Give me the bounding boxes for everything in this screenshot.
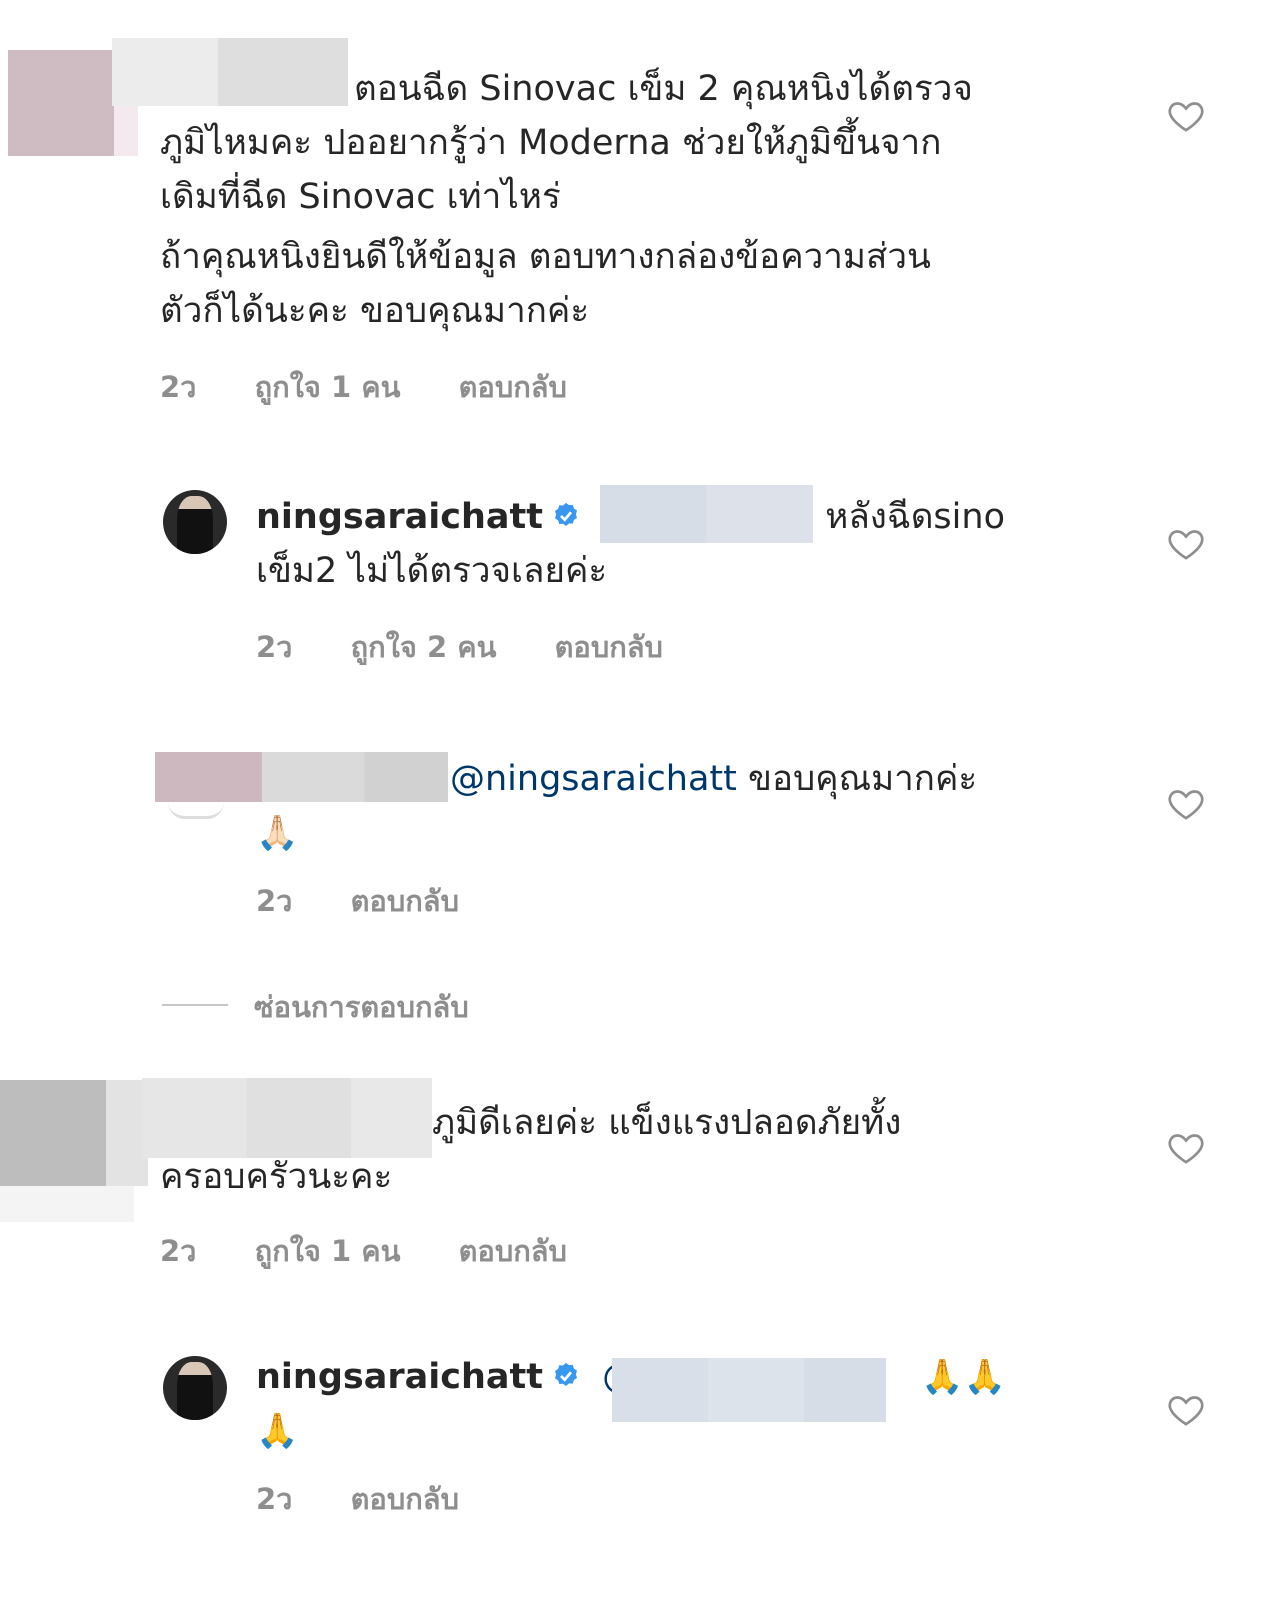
comment-meta: 2ว ตอบกลับ bbox=[256, 878, 507, 924]
pray-emoji: 🙏🏻 bbox=[256, 813, 299, 853]
hide-replies-button[interactable]: ซ่อนการตอบกลับ bbox=[254, 984, 469, 1030]
comment-text: @ningsaraichatt ขอบคุณมากค่ะ 🙏🏻 bbox=[256, 752, 1056, 860]
reply-button[interactable]: ตอบกลับ bbox=[459, 1234, 567, 1268]
comment-line: เดิมที่ฉีด Sinovac เท่าไหร่ bbox=[160, 177, 561, 217]
blurred-avatar-edge bbox=[114, 105, 138, 156]
comment-line: หลังฉีดsino bbox=[825, 497, 1005, 537]
verified-badge-icon bbox=[554, 1362, 577, 1386]
username[interactable]: ningsaraichatt bbox=[256, 1357, 543, 1397]
comment-line: ภูมิไหมคะ ปออยากรู้ว่า Moderna ช่วยให้ภู… bbox=[160, 123, 942, 163]
blurred-avatar bbox=[0, 1080, 106, 1186]
reply-button[interactable]: ตอบกลับ bbox=[555, 630, 663, 664]
comment-meta: 2ว ถูกใจ 2 คน ตอบกลับ bbox=[256, 624, 711, 670]
comment-time: 2ว bbox=[160, 1234, 197, 1268]
pray-emoji: 🙏🙏 bbox=[921, 1357, 1007, 1397]
hide-replies-divider bbox=[162, 1004, 228, 1006]
likes-count[interactable]: ถูกใจ 1 คน bbox=[255, 370, 401, 404]
avatar[interactable] bbox=[163, 490, 227, 554]
heart-outline-icon[interactable] bbox=[1166, 1390, 1206, 1430]
heart-outline-icon[interactable] bbox=[1166, 1128, 1206, 1168]
comment-line: ภูมิดีเลยค่ะ แข็งแรงปลอดภัยทั้ง bbox=[432, 1103, 902, 1143]
avatar-fragment bbox=[168, 802, 224, 819]
blurred-mention bbox=[612, 1358, 886, 1422]
comment-meta: 2ว ถูกใจ 1 คน ตอบกลับ bbox=[160, 364, 615, 410]
comment-time: 2ว bbox=[160, 370, 197, 404]
comment-time: 2ว bbox=[256, 1482, 293, 1516]
blurred-avatar bbox=[155, 752, 263, 802]
blurred-avatar bbox=[8, 50, 114, 156]
reply-button[interactable]: ตอบกลับ bbox=[459, 370, 567, 404]
reply-button[interactable]: ตอบกลับ bbox=[351, 1482, 459, 1516]
comment-line: เข็ม2 ไม่ได้ตรวจเลยค่ะ bbox=[256, 551, 608, 591]
comment-line: ตอนฉีด Sinovac เข็ม 2 คุณหนิงได้ตรวจ bbox=[354, 69, 973, 109]
avatar[interactable] bbox=[163, 1356, 227, 1420]
comment-time: 2ว bbox=[256, 630, 293, 664]
likes-count[interactable]: ถูกใจ 1 คน bbox=[255, 1234, 401, 1268]
reply-button[interactable]: ตอบกลับ bbox=[351, 884, 459, 918]
comment-text: ภูมิดีเลยค่ะ แข็งแรงปลอดภัยทั้ง ครอบครัว… bbox=[160, 1096, 1060, 1204]
heart-outline-icon[interactable] bbox=[1166, 784, 1206, 824]
blurred-mention bbox=[600, 485, 813, 543]
comment-line: ถ้าคุณหนิงยินดีให้ข้อมูล ตอบทางกล่องข้อค… bbox=[160, 237, 931, 277]
mention-link[interactable]: @ningsaraichatt bbox=[450, 759, 737, 799]
comment-line: ขอบคุณมากค่ะ bbox=[748, 759, 978, 799]
verified-badge-icon bbox=[554, 502, 577, 526]
heart-outline-icon[interactable] bbox=[1166, 96, 1206, 136]
heart-outline-icon[interactable] bbox=[1166, 524, 1206, 564]
comment-meta: 2ว ตอบกลับ bbox=[256, 1476, 507, 1522]
blurred-avatar-shadow bbox=[0, 1186, 134, 1222]
comment-text: ตอนฉีด Sinovac เข็ม 2 คุณหนิงได้ตรวจ ภูม… bbox=[160, 62, 1100, 338]
comment-line: ครอบครัวนะคะ bbox=[160, 1157, 393, 1197]
username[interactable]: ningsaraichatt bbox=[256, 497, 543, 537]
comment-time: 2ว bbox=[256, 884, 293, 918]
likes-count[interactable]: ถูกใจ 2 คน bbox=[351, 630, 497, 664]
comment-meta: 2ว ถูกใจ 1 คน ตอบกลับ bbox=[160, 1228, 615, 1274]
comment-line: ตัวก็ได้นะคะ ขอบคุณมากค่ะ bbox=[160, 291, 590, 331]
